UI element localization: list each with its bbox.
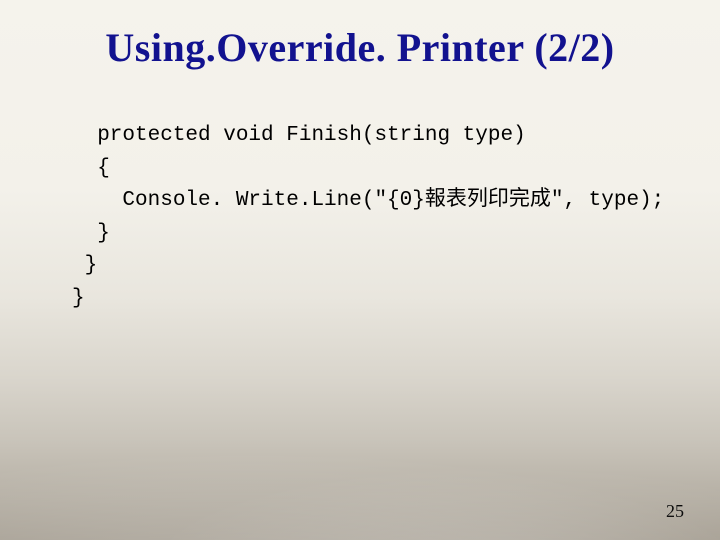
code-line: } (72, 287, 85, 310)
slide-title: Using.Override. Printer (2/2) (0, 24, 720, 71)
page-number: 25 (666, 501, 684, 522)
slide: Using.Override. Printer (2/2) protected … (0, 0, 720, 540)
code-line: Console. Write.Line("{0}報表列印完成", type); (72, 189, 664, 212)
code-line: } (72, 254, 97, 277)
code-block: protected void Finish(string type) { Con… (72, 120, 680, 315)
code-line: { (72, 157, 110, 180)
code-line: protected void Finish(string type) (72, 124, 526, 147)
code-line: } (72, 222, 110, 245)
